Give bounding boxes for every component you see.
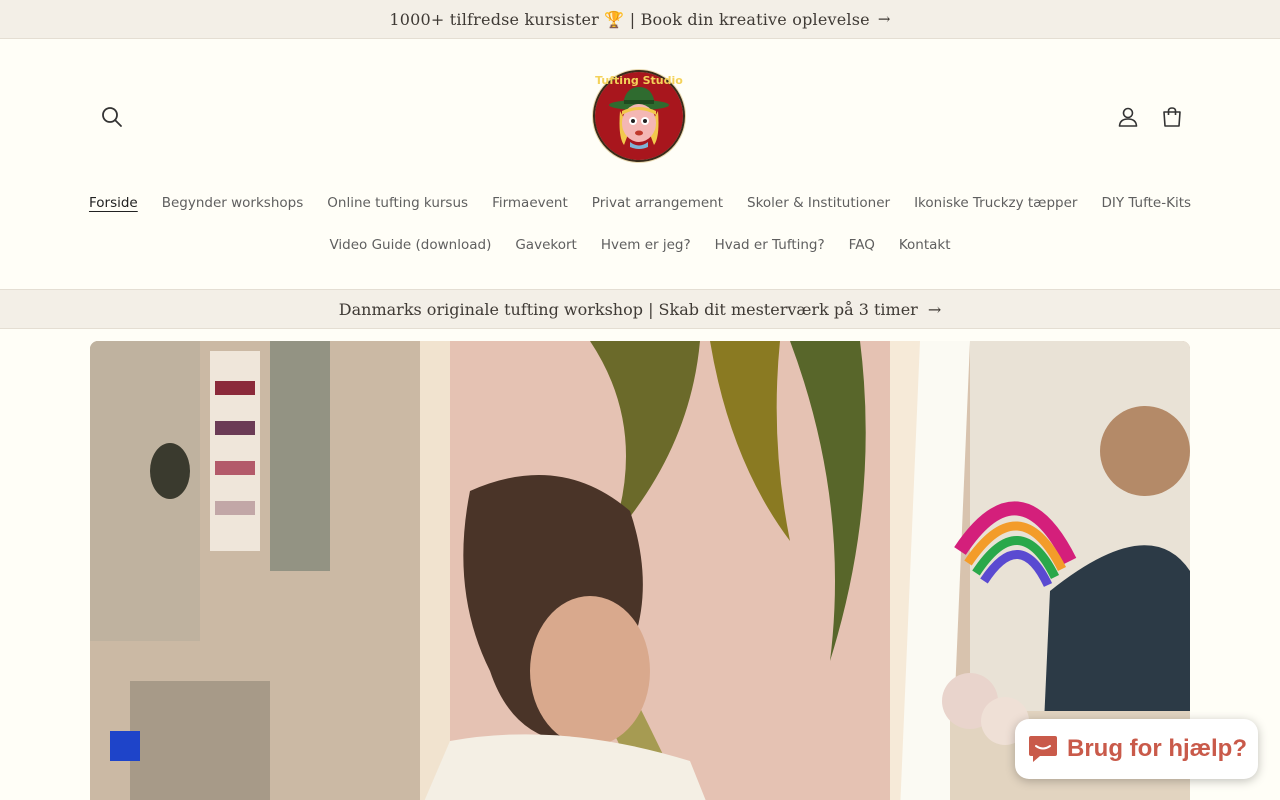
promo-banner-text: Danmarks originale tufting workshop | Sk…	[338, 299, 918, 319]
nav-item-ikoniske-truckzy-taepper[interactable]: Ikoniske Truckzy tæpper	[902, 195, 1089, 211]
help-chat-label: Brug for hjælp?	[1067, 735, 1247, 762]
nav-item-skoler-institutioner[interactable]: Skoler & Institutioner	[735, 195, 902, 211]
nav-item-kontakt[interactable]: Kontakt	[887, 237, 963, 253]
cart-icon	[1163, 107, 1181, 127]
arrow-right-icon: →	[927, 299, 942, 319]
account-button[interactable]	[1106, 95, 1150, 139]
main-nav-row-2: Video Guide (download) Gavekort Hvem er …	[0, 237, 1280, 253]
nav-item-gavekort[interactable]: Gavekort	[503, 237, 588, 253]
help-chat-button[interactable]: Brug for hjælp?	[1015, 719, 1258, 779]
site-logo[interactable]: Tufting Studio	[590, 67, 688, 165]
nav-item-begynder-workshops[interactable]: Begynder workshops	[150, 195, 316, 211]
nav-item-forside[interactable]: Forside	[77, 195, 150, 211]
nav-item-firmaevent[interactable]: Firmaevent	[480, 195, 580, 211]
announcement-bar[interactable]: 1000+ tilfredse kursister 🏆 | Book din k…	[0, 0, 1280, 39]
cart-button[interactable]	[1150, 95, 1194, 139]
tufting-studio-logo: Tufting Studio	[592, 69, 686, 163]
account-icon	[1118, 107, 1138, 127]
logo-text: Tufting Studio	[595, 74, 683, 87]
promo-banner[interactable]: Danmarks originale tufting workshop | Sk…	[0, 289, 1280, 329]
nav-item-privat-arrangement[interactable]: Privat arrangement	[580, 195, 735, 211]
nav-item-diy-tufte-kits[interactable]: DIY Tufte-Kits	[1089, 195, 1203, 211]
site-header: Tufting Studio Forside Begynder workshop…	[0, 39, 1280, 289]
nav-item-hvad-er-tufting[interactable]: Hvad er Tufting?	[703, 237, 837, 253]
arrow-right-icon: →	[877, 10, 891, 28]
nav-item-online-tufting-kursus[interactable]: Online tufting kursus	[315, 195, 480, 211]
main-nav-row-1: Forside Begynder workshops Online tuftin…	[0, 195, 1280, 211]
nav-item-faq[interactable]: FAQ	[837, 237, 887, 253]
nav-item-video-guide[interactable]: Video Guide (download)	[317, 237, 503, 253]
chat-bubble-icon	[1029, 736, 1057, 762]
nav-item-hvem-er-jeg[interactable]: Hvem er jeg?	[589, 237, 703, 253]
search-button[interactable]	[90, 95, 134, 139]
search-icon	[102, 107, 122, 127]
announcement-text: 1000+ tilfredse kursister 🏆 | Book din k…	[389, 9, 870, 29]
